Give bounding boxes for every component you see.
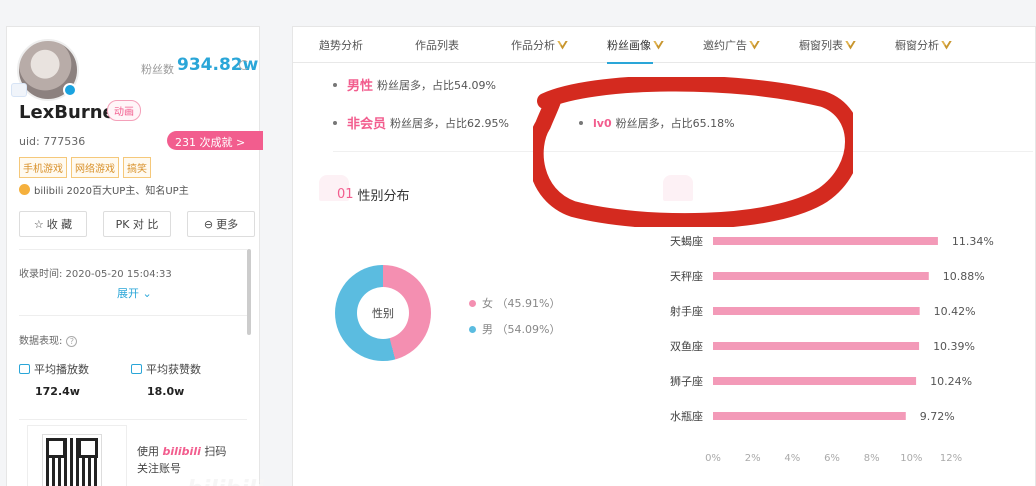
record-time: 收录时间: 2020-05-20 15:04:33 [19,269,172,280]
avg-like-value: 18.0w [147,385,185,398]
favorite-label: 收 藏 [46,218,73,231]
constellation-bar-chart: 天蝎座 11.34% 天秤座 10.88% 射手座 10.42% 双鱼座 10.39% 狮子座 1… [670,234,994,463]
tag-list: 手机游戏 网络游戏 搞笑 [19,157,151,178]
bar-value-label: 11.34% [952,235,994,248]
tab-6[interactable]: 橱窗分析 [883,27,979,63]
female-swatch [469,299,476,307]
x-tick-label: 0% [705,453,721,463]
bar-category-label: 水瓶座 [670,409,703,423]
bar-value-label: 10.88% [943,270,985,283]
bar [713,237,938,245]
award-line: bilibili 2020百大UP主、知名UP主 [19,182,189,197]
male-swatch [469,325,476,333]
action-bar: ☆ 收 藏 PK 对 比 ⊖ 更多 [19,211,255,237]
more-label: 更多 [216,218,239,231]
bar [713,307,920,315]
divider [19,315,247,316]
star-icon: ☆ [33,217,44,231]
tab-0[interactable]: 趋势分析 [307,27,403,63]
award-icon [19,184,30,195]
donut-center-label: 性别 [357,287,409,339]
compare-label: PK 对 比 [115,218,159,231]
bar-category-label: 狮子座 [670,374,703,388]
red-circle-annotation [533,77,853,227]
help-icon[interactable]: ? [66,336,78,347]
legend-female[interactable]: 女 （45.91%） [469,295,560,311]
avg-like-label: 平均获赞数 [131,361,201,377]
bar-category-label: 射手座 [670,304,703,318]
category-tag: 动画 [107,100,141,121]
x-tick-label: 2% [745,453,761,463]
qr-code [42,434,102,486]
more-button[interactable]: ⊖ 更多 [187,211,255,237]
refresh-icon[interactable] [239,60,249,70]
uid: uid: 777536 [19,135,86,148]
bar-value-label: 10.39% [933,340,975,353]
performance-label: 数据表现:? [19,332,78,347]
expand-link[interactable]: 展开 ⌄ [117,285,152,301]
gender-section-title: 01 性别分布 [337,187,410,204]
bar-category-label: 天秤座 [670,269,703,283]
bar [713,377,917,385]
scan-hint: 使用 bilibili 扫码 关注账号 [137,445,227,475]
bar-category-label: 天蝎座 [670,234,703,248]
avg-play-label: 平均播放数 [19,361,89,377]
tag: 手机游戏 [19,157,67,178]
tag: 网络游戏 [71,157,119,178]
x-tick-label: 10% [900,453,922,463]
thumb-icon [131,364,142,374]
play-icon [19,364,30,374]
summary-member: 非会员 粉丝居多，占比62.95% [333,113,509,132]
vip-icon [845,40,856,50]
divider [19,419,247,420]
vip-icon [557,40,568,50]
favorite-button[interactable]: ☆ 收 藏 [19,211,87,237]
tab-bar: 趋势分析 作品列表 作品分析 粉丝画像 邀约广告 橱窗列表 橱窗分析 [293,27,1035,64]
fans-label: 粉丝数 [141,63,174,76]
tab-5[interactable]: 橱窗列表 [787,27,883,63]
avatar-frame-icon [11,83,27,97]
vip-icon [941,40,952,50]
tab-3[interactable]: 粉丝画像 [595,27,691,64]
tab-4[interactable]: 邀约广告 [691,27,787,63]
profile-card: 粉丝数 934.82w LexBurner 动画 uid: 777536 231… [6,26,264,486]
more-icon: ⊖ [203,217,214,231]
bar [713,412,906,420]
verified-badge-icon [63,83,77,97]
achievement-button[interactable]: 231 次成就 > [167,131,263,150]
compare-button[interactable]: PK 对 比 [103,211,171,237]
chevron-down-icon: ⌄ [142,287,152,300]
main-panel: 趋势分析 作品列表 作品分析 粉丝画像 邀约广告 橱窗列表 橱窗分析 男性 粉丝居多，占比54… [292,26,1036,486]
bilibili-watermark: bilibili [187,477,264,486]
tag: 搞笑 [123,157,151,178]
legend-male[interactable]: 男 （54.09%） [469,321,560,337]
bar-value-label: 10.24% [930,375,972,388]
bar-category-label: 双鱼座 [670,339,703,353]
x-tick-label: 6% [824,453,840,463]
bar-value-label: 10.42% [934,305,976,318]
bar [713,342,920,350]
section-icon [663,175,693,201]
x-tick-label: 12% [940,453,962,463]
summary-gender: 男性 粉丝居多，占比54.09% [333,75,496,94]
x-tick-label: 8% [864,453,880,463]
award-text: bilibili 2020百大UP主、知名UP主 [34,186,189,197]
avg-play-value: 172.4w [35,385,80,398]
tab-2[interactable]: 作品分析 [499,27,595,63]
divider [19,249,247,250]
bar [713,272,929,280]
x-tick-label: 4% [784,453,800,463]
vip-icon [653,40,664,50]
tab-1[interactable]: 作品列表 [403,27,499,63]
scrollbar[interactable] [247,249,251,335]
bar-value-label: 9.72% [920,410,955,423]
vip-icon [749,40,760,50]
